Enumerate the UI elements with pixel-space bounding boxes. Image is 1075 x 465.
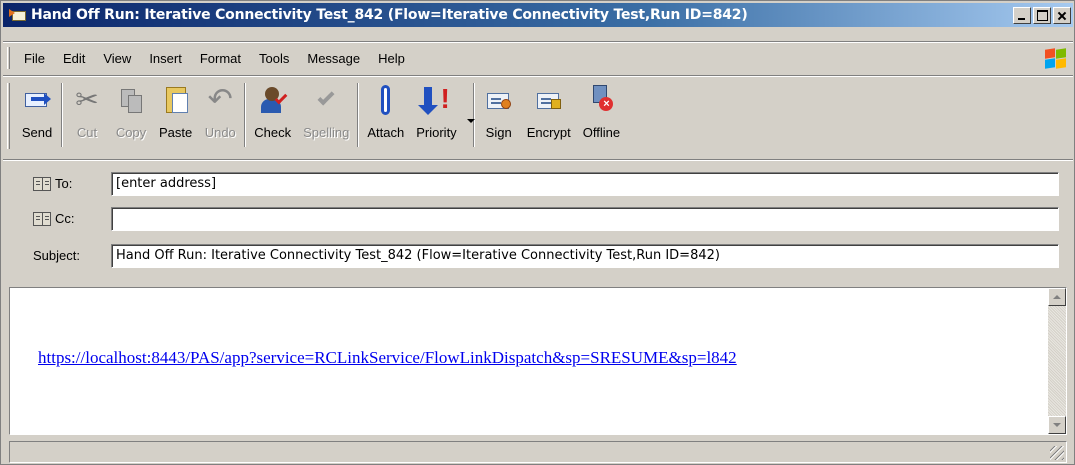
toolbar-separator xyxy=(244,83,247,147)
toolbar-separator xyxy=(357,83,360,147)
encrypt-label: Encrypt xyxy=(526,125,571,140)
divider xyxy=(3,41,1073,43)
send-button[interactable]: Send xyxy=(15,79,59,151)
sign-button[interactable]: Sign xyxy=(477,79,521,151)
menu-grip[interactable] xyxy=(7,47,10,69)
sign-label: Sign xyxy=(485,125,512,140)
spelling-button[interactable]: Spelling xyxy=(297,79,355,151)
scroll-up-button[interactable] xyxy=(1048,288,1066,306)
check-label: Check xyxy=(254,125,292,140)
priority-button[interactable]: ! Priority xyxy=(410,79,475,151)
check-names-icon xyxy=(257,83,289,117)
chevron-down-icon[interactable] xyxy=(466,119,475,123)
attach-button[interactable]: Attach xyxy=(361,79,410,151)
to-row: To: [enter address] xyxy=(3,169,1073,199)
to-label-group[interactable]: To: xyxy=(33,176,72,191)
status-bar xyxy=(9,441,1067,463)
menu-insert[interactable]: Insert xyxy=(140,51,191,66)
menu-help[interactable]: Help xyxy=(369,51,414,66)
toolbar-separator xyxy=(472,83,475,147)
forward-mail-icon xyxy=(9,7,27,23)
undo-icon: ↶ xyxy=(207,83,233,116)
maximize-button[interactable] xyxy=(1033,6,1051,24)
priority-icon: ! xyxy=(418,83,452,117)
subject-field[interactable]: Hand Off Run: Iterative Connectivity Tes… xyxy=(111,244,1059,268)
cut-button[interactable]: ✂ Cut xyxy=(65,79,109,151)
paste-button[interactable]: Paste xyxy=(153,79,198,151)
menu-tools[interactable]: Tools xyxy=(250,51,298,66)
attach-label: Attach xyxy=(367,125,405,140)
sign-icon xyxy=(483,83,515,117)
windows-logo-icon xyxy=(1043,47,1069,69)
menu-view[interactable]: View xyxy=(94,51,140,66)
offline-label: Offline xyxy=(582,125,621,140)
scroll-down-button[interactable] xyxy=(1048,416,1066,434)
offline-icon: × xyxy=(585,83,617,117)
cut-label: Cut xyxy=(76,125,98,140)
menu-bar: File Edit View Insert Format Tools Messa… xyxy=(3,45,1073,71)
toolbar-separator xyxy=(61,83,63,147)
cc-row: Cc: xyxy=(3,204,1073,234)
copy-label: Copy xyxy=(115,125,147,140)
spelling-icon xyxy=(310,83,342,117)
divider xyxy=(3,159,1073,161)
offline-button[interactable]: × Offline xyxy=(577,79,626,151)
to-label: To: xyxy=(55,176,73,191)
minimize-button[interactable] xyxy=(1013,6,1031,24)
cc-label-group[interactable]: Cc: xyxy=(33,211,75,226)
encrypt-button[interactable]: Encrypt xyxy=(521,79,577,151)
spelling-label: Spelling xyxy=(303,125,350,140)
check-names-button[interactable]: Check xyxy=(248,79,297,151)
copy-button[interactable]: Copy xyxy=(109,79,153,151)
window-title: Hand Off Run: Iterative Connectivity Tes… xyxy=(31,7,748,23)
title-bar[interactable]: Hand Off Run: Iterative Connectivity Tes… xyxy=(3,3,1073,27)
toolbar: Send ✂ Cut Copy Paste ↶ Undo Check Spell… xyxy=(3,79,1073,155)
close-button[interactable] xyxy=(1053,6,1071,24)
undo-label: Undo xyxy=(204,125,236,140)
paperclip-icon xyxy=(370,83,402,117)
menu-file[interactable]: File xyxy=(15,51,54,66)
menu-edit[interactable]: Edit xyxy=(54,51,94,66)
send-label: Send xyxy=(21,125,53,140)
resize-grip-icon[interactable] xyxy=(1050,446,1064,460)
flow-link[interactable]: https://localhost:8443/PAS/app?service=R… xyxy=(38,348,737,368)
paste-label: Paste xyxy=(159,125,193,140)
menu-message[interactable]: Message xyxy=(298,51,369,66)
window-controls xyxy=(1013,6,1071,24)
encrypt-icon xyxy=(533,83,565,117)
divider xyxy=(3,75,1073,77)
cc-label: Cc: xyxy=(55,211,75,226)
copy-icon xyxy=(115,83,147,117)
message-body[interactable]: https://localhost:8443/PAS/app?service=R… xyxy=(9,287,1067,435)
toolbar-grip[interactable] xyxy=(7,83,10,149)
priority-label: Priority xyxy=(416,125,457,140)
send-icon xyxy=(21,83,53,117)
cc-field[interactable] xyxy=(111,207,1059,231)
menu-format[interactable]: Format xyxy=(191,51,250,66)
subject-label: Subject: xyxy=(33,248,80,263)
address-book-icon xyxy=(33,176,51,191)
undo-button[interactable]: ↶ Undo xyxy=(198,79,242,151)
paste-icon xyxy=(160,83,192,117)
vertical-scrollbar[interactable] xyxy=(1048,288,1066,434)
address-book-icon xyxy=(33,211,51,226)
to-field[interactable]: [enter address] xyxy=(111,172,1059,196)
subject-row: Subject: Hand Off Run: Iterative Connect… xyxy=(3,241,1073,271)
scissors-icon: ✂ xyxy=(75,84,99,115)
compose-window: Hand Off Run: Iterative Connectivity Tes… xyxy=(0,0,1075,465)
